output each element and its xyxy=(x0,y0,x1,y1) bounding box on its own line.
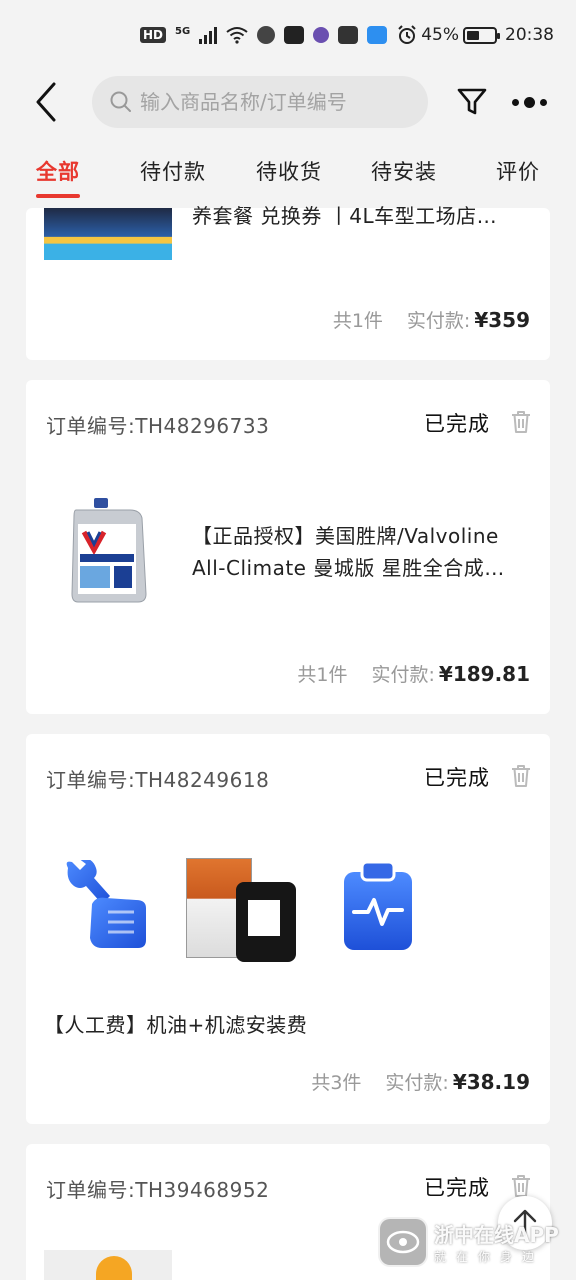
watermark-slogan: 就在你身边 xyxy=(434,1250,545,1264)
app-notification-icon xyxy=(338,26,359,44)
network-label: 5G xyxy=(175,26,191,37)
product-title: 【正品授权】美国胜牌/Valvoline All-Climate 曼城版 星胜全… xyxy=(192,520,505,584)
back-arrow-icon xyxy=(36,82,56,122)
watermark-text: 浙中在线APP 就在你身边 xyxy=(434,1219,559,1265)
product-image xyxy=(44,208,172,260)
clipboard-diagnostic-icon xyxy=(344,860,412,950)
app-notification-icon xyxy=(257,26,276,44)
battery-level xyxy=(467,30,479,40)
product-title: 【人工费】机油+机滤安装费 xyxy=(44,1013,308,1037)
tab-pending-receipt[interactable]: 待收货 xyxy=(256,156,322,186)
paid-amount: ¥359 xyxy=(474,308,530,332)
paid-label: 实付款: xyxy=(371,664,435,686)
more-dot-icon xyxy=(540,98,547,106)
status-icons: HD 5G xyxy=(140,26,388,44)
tab-pending-install[interactable]: 待安装 xyxy=(371,156,437,186)
product-title-line: All-Climate 曼城版 星胜全合成… xyxy=(192,556,505,580)
item-count: 共1件 xyxy=(297,664,348,686)
filter-label xyxy=(248,900,280,936)
top-bar xyxy=(0,70,576,134)
order-number-label: 订单编号: xyxy=(46,1178,136,1202)
more-menu-button[interactable] xyxy=(512,90,552,114)
order-number-value: TH39468952 xyxy=(135,1178,270,1202)
watermark-title: 浙中在线APP xyxy=(434,1223,559,1247)
paid-amount: ¥38.19 xyxy=(452,1070,530,1094)
order-status: 已完成 xyxy=(424,1176,490,1200)
battery-percent: 45% xyxy=(421,25,459,45)
product-title-line: 【正品授权】美国胜牌/Valvoline xyxy=(192,524,499,548)
order-number-value: TH48249618 xyxy=(135,768,270,792)
trash-icon[interactable] xyxy=(510,764,532,788)
order-status: 已完成 xyxy=(424,766,490,790)
tab-all[interactable]: 全部 xyxy=(36,156,80,186)
back-button[interactable] xyxy=(16,70,76,134)
order-number-value: TH48296733 xyxy=(135,414,270,438)
oil-filter-image xyxy=(186,854,296,964)
filter-icon[interactable] xyxy=(456,86,488,118)
status-bar: HD 5G 45% 20:38 xyxy=(0,0,576,70)
more-dot-icon xyxy=(512,98,519,106)
paid-amount: ¥189.81 xyxy=(438,662,530,686)
order-number-label: 订单编号: xyxy=(46,768,136,792)
wrench-hand-icon xyxy=(66,860,146,948)
item-count: 共3件 xyxy=(311,1072,362,1094)
product-image xyxy=(44,1250,172,1280)
search-input[interactable] xyxy=(140,90,420,114)
order-number: 订单编号:TH48249618 xyxy=(46,764,269,793)
tiger-mascot-image xyxy=(96,1256,132,1280)
order-card[interactable]: 订单编号:TH48249618 已完成 【人工费】机油+机滤安装费 共3件 实付… xyxy=(26,734,550,1124)
order-summary: 共3件 实付款: ¥38.19 xyxy=(311,1068,530,1095)
hd-icon: HD xyxy=(140,27,167,43)
app-watermark: 浙中在线APP 就在你身边 xyxy=(378,1214,574,1270)
watermark-logo-icon xyxy=(386,1230,420,1254)
signal-icon xyxy=(199,26,218,44)
order-card[interactable]: 养套餐 兑换券 丨4L车型工场店… 共1件 实付款: ¥359 xyxy=(26,204,550,360)
paid-label: 实付款: xyxy=(385,1072,449,1094)
order-summary: 共1件 实付款: ¥359 xyxy=(333,306,530,333)
tab-review[interactable]: 评价 xyxy=(496,156,540,186)
alarm-icon xyxy=(398,25,416,44)
tab-pending-payment[interactable]: 待付款 xyxy=(140,156,206,186)
order-summary: 共1件 实付款: ¥189.81 xyxy=(297,660,530,687)
search-icon xyxy=(110,91,131,112)
weather-app-icon xyxy=(367,26,388,44)
order-number: 订单编号:TH39468952 xyxy=(46,1174,269,1203)
paid-label: 实付款: xyxy=(406,310,471,332)
battery-icon xyxy=(463,26,500,44)
trash-icon[interactable] xyxy=(510,410,532,434)
order-tabs: 全部 待付款 待收货 待安装 评价 xyxy=(0,134,576,208)
watermark-logo xyxy=(378,1217,428,1267)
app-notification-icon xyxy=(313,27,330,43)
item-count: 共1件 xyxy=(332,310,383,332)
search-box[interactable] xyxy=(92,76,428,128)
order-status: 已完成 xyxy=(424,412,490,436)
order-number-label: 订单编号: xyxy=(46,414,136,438)
more-dot-icon xyxy=(524,96,535,108)
order-card[interactable]: 订单编号:TH48296733 已完成 【正品授权】美国胜牌/Valvoline… xyxy=(26,380,550,714)
app-notification-icon xyxy=(284,26,305,44)
product-title: 养套餐 兑换券 丨4L车型工场店… xyxy=(192,204,498,228)
active-tab-indicator xyxy=(36,194,80,198)
wifi-icon xyxy=(226,27,248,44)
order-number: 订单编号:TH48296733 xyxy=(46,410,269,439)
oil-bottle-image xyxy=(71,498,147,603)
clock: 20:38 xyxy=(505,25,554,45)
trash-icon[interactable] xyxy=(510,1174,532,1198)
